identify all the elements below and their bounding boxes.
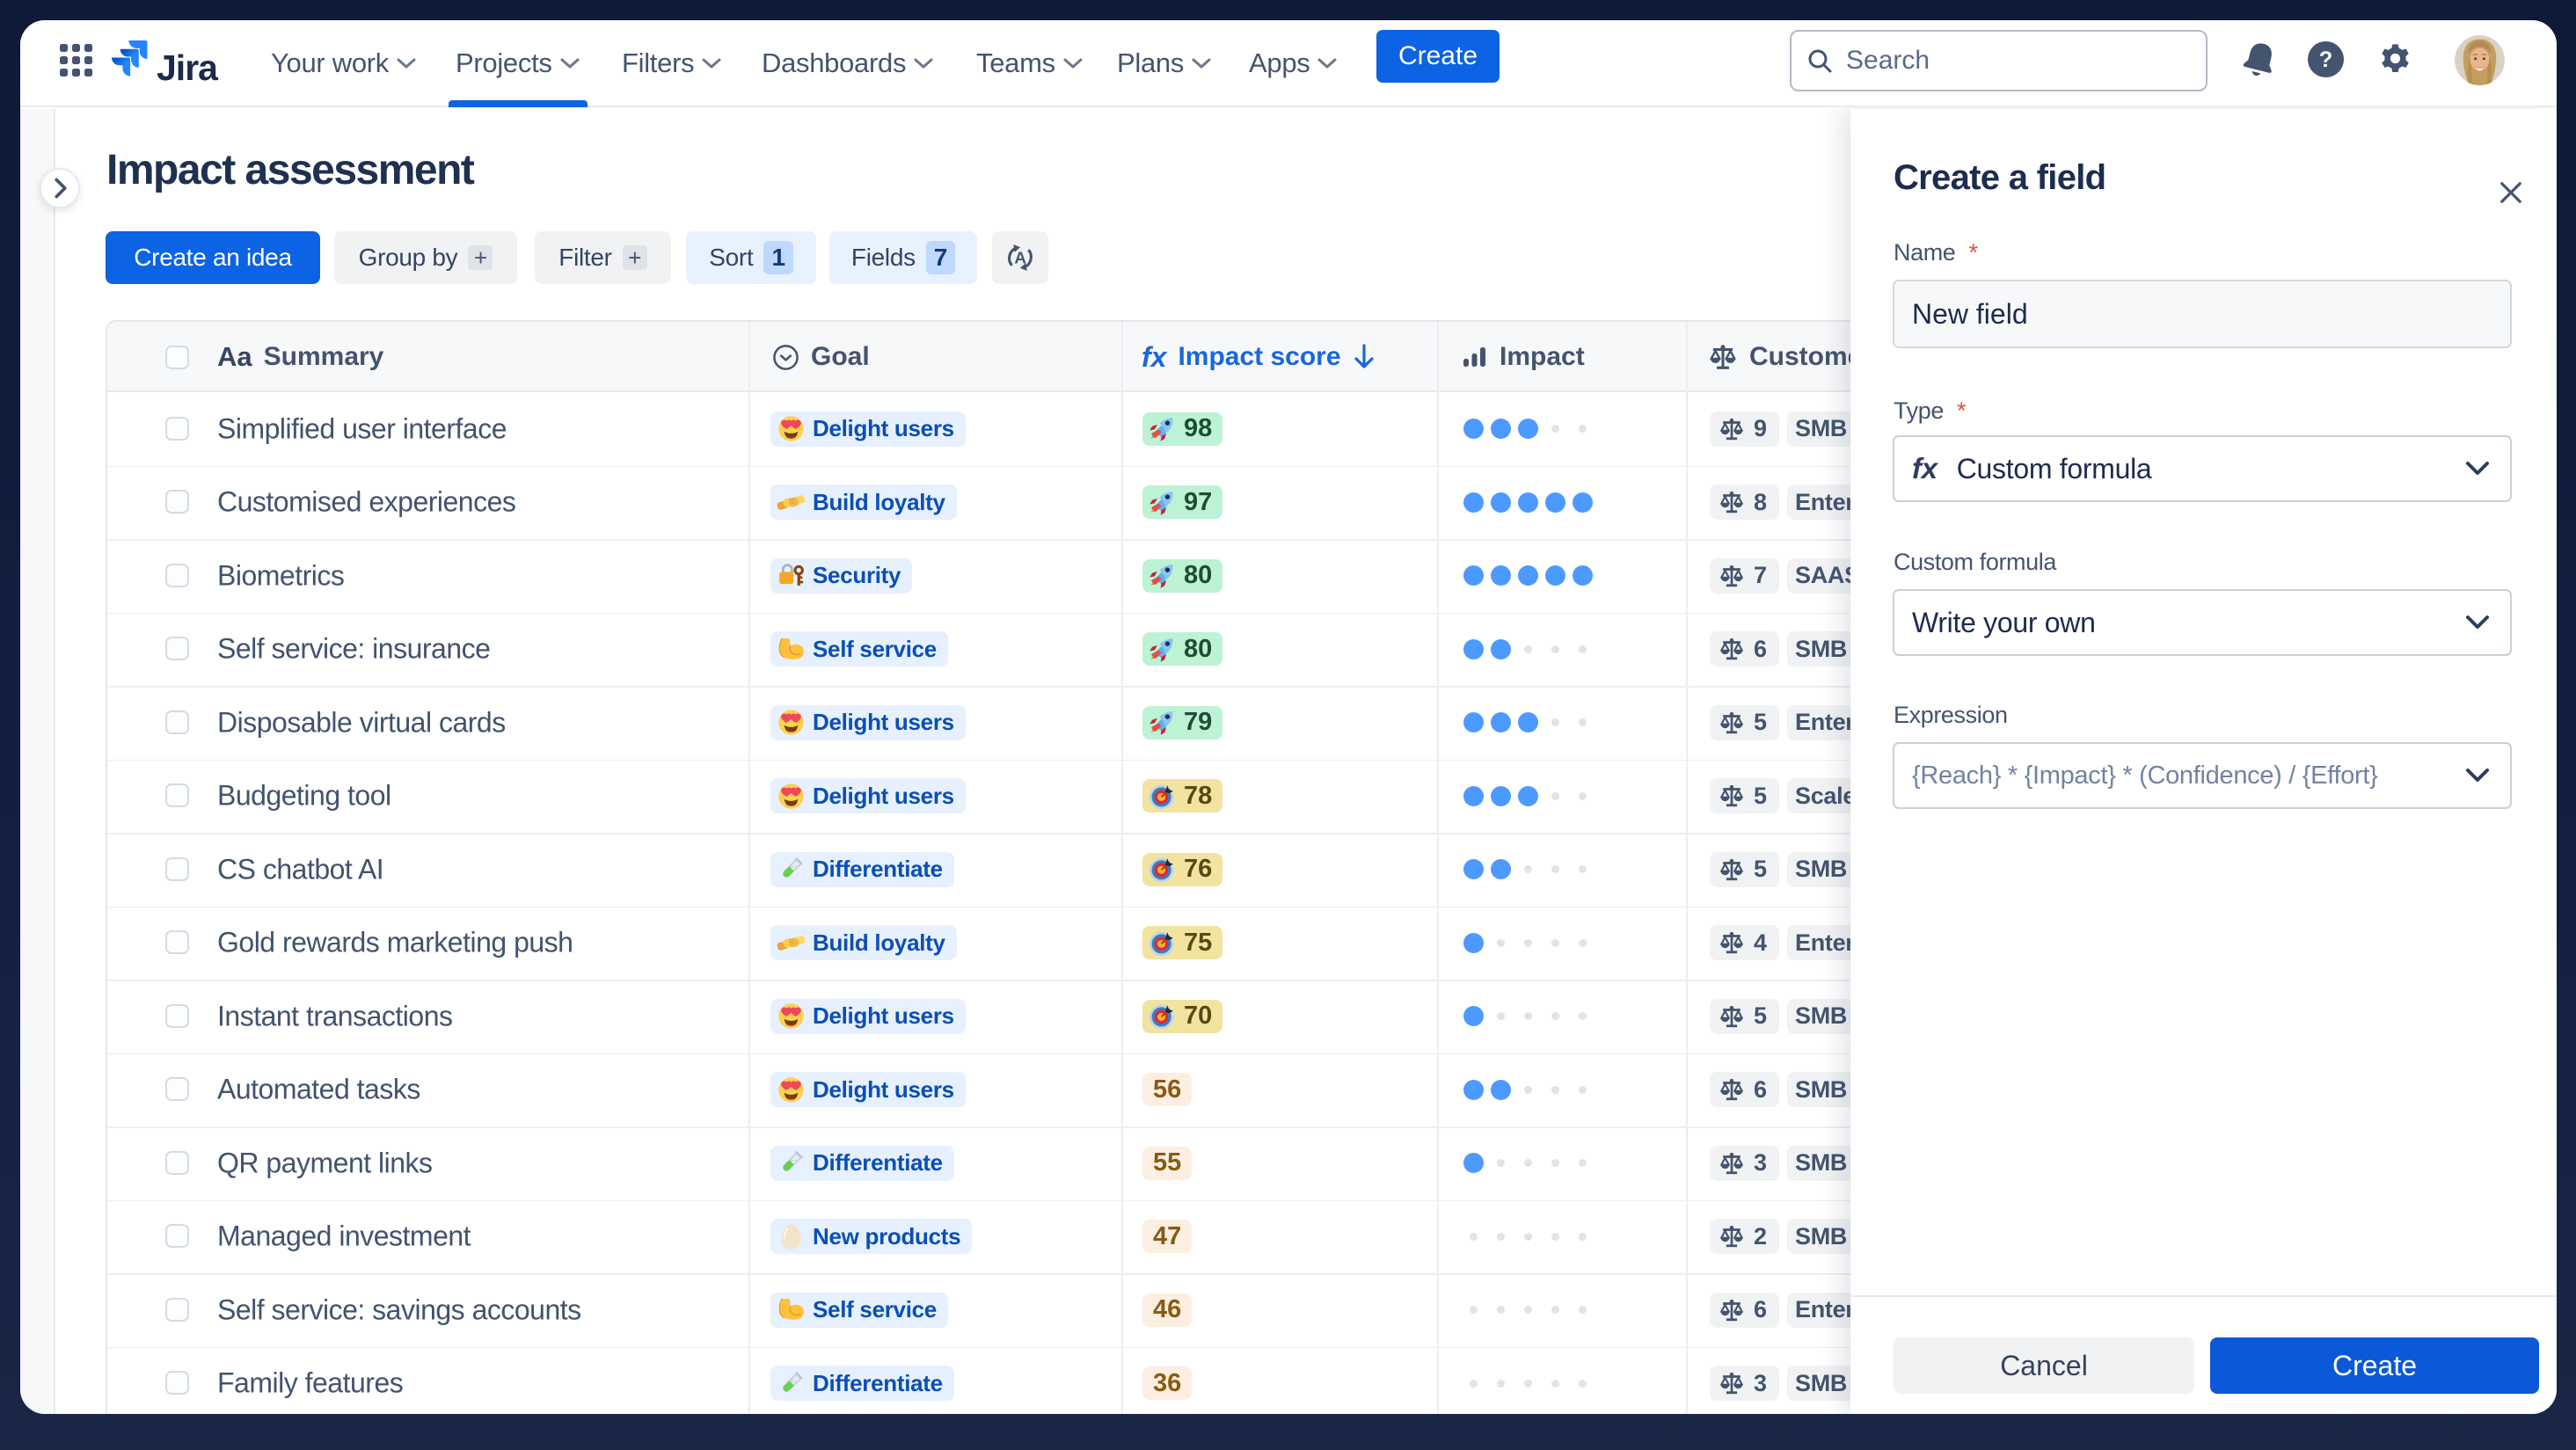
- svg-text:?: ?: [2319, 47, 2333, 72]
